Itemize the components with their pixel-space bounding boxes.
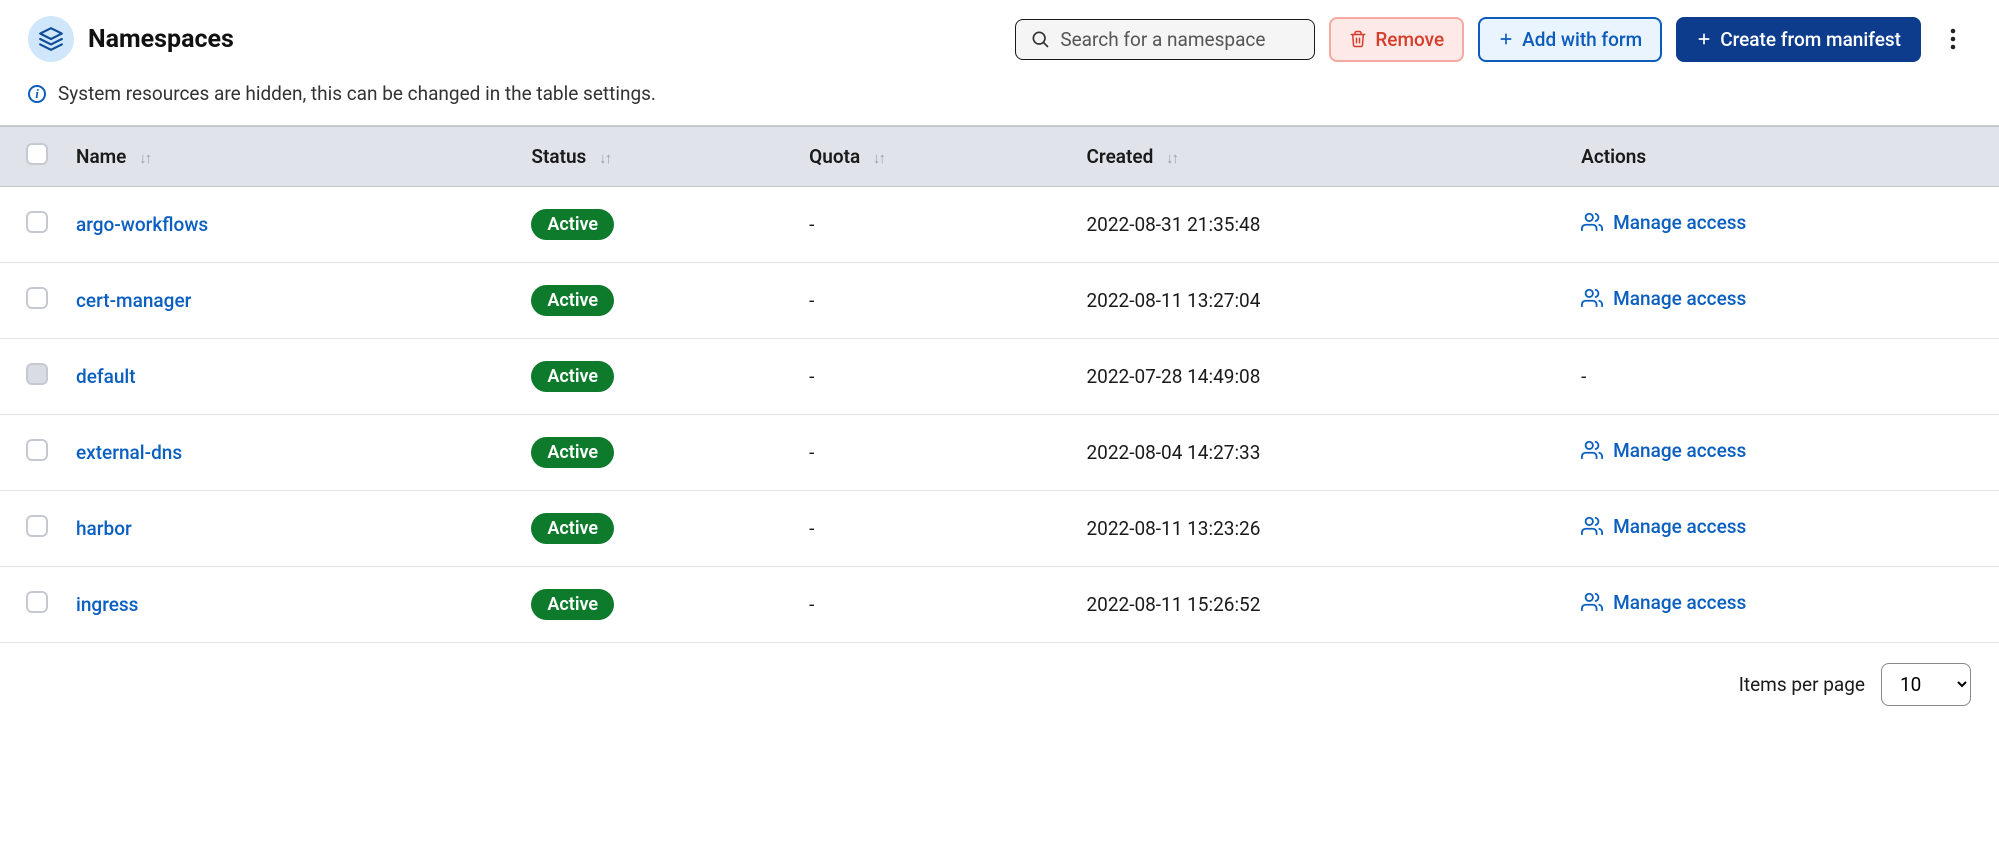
status-badge: Active (531, 361, 614, 392)
manage-access-link[interactable]: Manage access (1581, 591, 1746, 614)
manage-access-link[interactable]: Manage access (1581, 287, 1746, 310)
create-button-label: Create from manifest (1720, 28, 1901, 51)
items-per-page-label: Items per page (1739, 673, 1865, 696)
namespace-link[interactable]: default (76, 365, 136, 388)
status-badge: Active (531, 437, 614, 468)
created-cell: 2022-07-28 14:49:08 (1068, 339, 1563, 415)
namespace-link[interactable]: argo-workflows (76, 213, 208, 236)
items-per-page-select[interactable]: 10 (1881, 663, 1971, 706)
status-badge: Active (531, 513, 614, 544)
status-badge: Active (531, 209, 614, 240)
created-cell: 2022-08-11 13:27:04 (1068, 263, 1563, 339)
namespace-link[interactable]: ingress (76, 593, 138, 616)
users-icon (1581, 515, 1603, 537)
quota-cell: - (791, 339, 1068, 415)
column-header-status[interactable]: Status ↓↑ (513, 127, 791, 187)
namespace-link[interactable]: external-dns (76, 441, 182, 464)
manage-access-label: Manage access (1613, 515, 1746, 538)
sort-icon: ↓↑ (873, 149, 884, 167)
users-icon (1581, 591, 1603, 613)
row-checkbox[interactable] (26, 287, 48, 309)
namespaces-table-wrap: Name ↓↑ Status ↓↑ Quota ↓↑ Created ↓↑ Ac… (0, 125, 1999, 643)
table-row: cert-manager Active -2022-08-11 13:27:04 Ma… (0, 263, 1999, 339)
add-with-form-button[interactable]: Add with form (1478, 17, 1662, 62)
quota-cell: - (791, 567, 1068, 643)
table-footer: Items per page 10 (0, 643, 1999, 726)
add-button-label: Add with form (1522, 28, 1642, 51)
trash-icon (1349, 30, 1367, 48)
info-icon: i (28, 85, 46, 103)
quota-cell: - (791, 187, 1068, 263)
actions-none: - (1581, 365, 1586, 388)
quota-cell: - (791, 491, 1068, 567)
column-header-created[interactable]: Created ↓↑ (1068, 127, 1563, 187)
page-header: Namespaces Remove (0, 8, 1999, 70)
quota-cell: - (791, 415, 1068, 491)
table-row: harbor Active -2022-08-11 13:23:26 Manage a… (0, 491, 1999, 567)
status-badge: Active (531, 285, 614, 316)
users-icon (1581, 439, 1603, 461)
remove-button-label: Remove (1375, 28, 1444, 51)
header-left: Namespaces (28, 16, 234, 62)
quota-cell: - (791, 263, 1068, 339)
created-cell: 2022-08-31 21:35:48 (1068, 187, 1563, 263)
row-checkbox[interactable] (26, 439, 48, 461)
search-box[interactable] (1015, 19, 1315, 60)
plus-icon (1696, 31, 1712, 47)
create-from-manifest-button[interactable]: Create from manifest (1676, 17, 1921, 62)
info-banner: i System resources are hidden, this can … (0, 70, 1999, 125)
table-row: default Active -2022-07-28 14:49:08- (0, 339, 1999, 415)
status-badge: Active (531, 589, 614, 620)
namespaces-table: Name ↓↑ Status ↓↑ Quota ↓↑ Created ↓↑ Ac… (0, 126, 1999, 643)
namespace-link[interactable]: harbor (76, 517, 132, 540)
users-icon (1581, 211, 1603, 233)
plus-icon (1498, 31, 1514, 47)
table-row: ingress Active -2022-08-11 15:26:52 Manage … (0, 567, 1999, 643)
row-checkbox[interactable] (26, 515, 48, 537)
table-header-row: Name ↓↑ Status ↓↑ Quota ↓↑ Created ↓↑ Ac… (0, 127, 1999, 187)
table-row: external-dns Active -2022-08-04 14:27:33 Ma… (0, 415, 1999, 491)
namespaces-icon (28, 16, 74, 62)
row-checkbox (26, 363, 48, 385)
column-header-checkbox (0, 127, 58, 187)
search-input[interactable] (1060, 28, 1300, 51)
manage-access-label: Manage access (1613, 287, 1746, 310)
manage-access-label: Manage access (1613, 439, 1746, 462)
manage-access-link[interactable]: Manage access (1581, 211, 1746, 234)
remove-button[interactable]: Remove (1329, 17, 1464, 62)
page-title: Namespaces (88, 25, 234, 54)
sort-icon: ↓↑ (599, 149, 610, 167)
row-checkbox[interactable] (26, 211, 48, 233)
info-banner-text: System resources are hidden, this can be… (58, 82, 656, 105)
created-cell: 2022-08-11 15:26:52 (1068, 567, 1563, 643)
sort-icon: ↓↑ (1166, 149, 1177, 167)
table-row: argo-workflows Active -2022-08-31 21:35:48… (0, 187, 1999, 263)
select-all-checkbox[interactable] (26, 143, 48, 165)
more-actions-menu[interactable] (1935, 21, 1971, 57)
column-header-quota[interactable]: Quota ↓↑ (791, 127, 1068, 187)
column-header-actions: Actions (1563, 127, 1999, 187)
users-icon (1581, 287, 1603, 309)
namespace-link[interactable]: cert-manager (76, 289, 191, 312)
column-header-name[interactable]: Name ↓↑ (58, 127, 513, 187)
manage-access-label: Manage access (1613, 211, 1746, 234)
manage-access-label: Manage access (1613, 591, 1746, 614)
manage-access-link[interactable]: Manage access (1581, 439, 1746, 462)
created-cell: 2022-08-04 14:27:33 (1068, 415, 1563, 491)
header-actions: Remove Add with form Create from manifes… (1015, 17, 1971, 62)
search-icon (1030, 29, 1050, 49)
manage-access-link[interactable]: Manage access (1581, 515, 1746, 538)
sort-icon: ↓↑ (139, 149, 150, 167)
created-cell: 2022-08-11 13:23:26 (1068, 491, 1563, 567)
row-checkbox[interactable] (26, 591, 48, 613)
